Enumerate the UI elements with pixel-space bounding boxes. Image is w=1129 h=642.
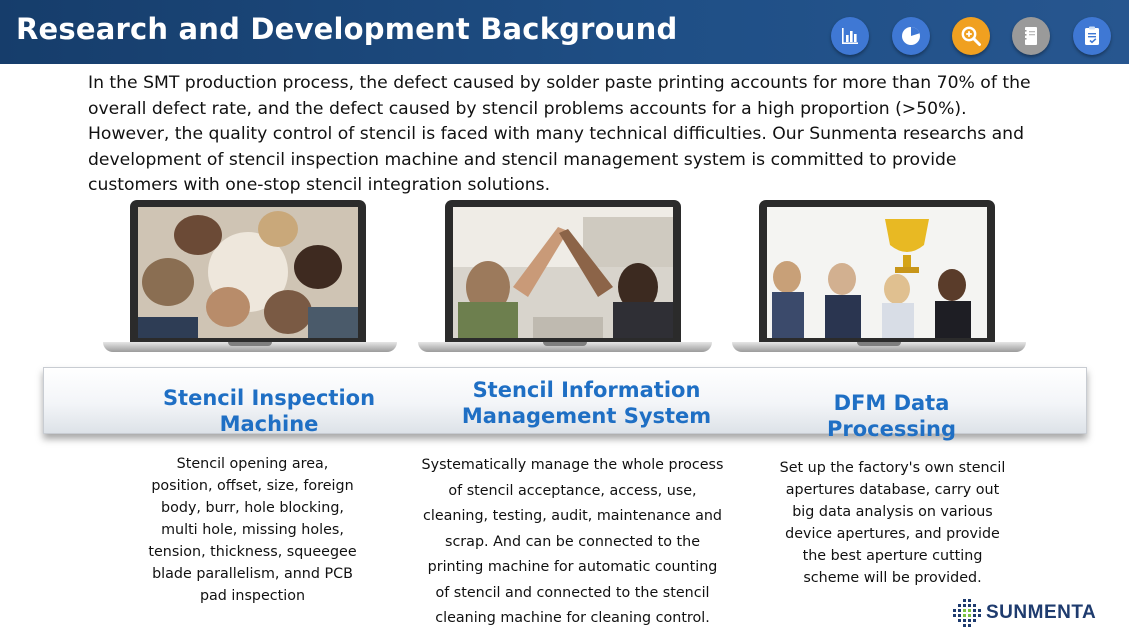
trophy-team-photo bbox=[767, 207, 987, 338]
laptop-notch bbox=[543, 342, 587, 346]
description-stencil-inspection-machine: Stencil opening area, position, offset, … bbox=[148, 456, 357, 604]
heading-stencil-information-management-system: Stencil Information Management System bbox=[461, 378, 712, 428]
sunmenta-logo-mark-icon bbox=[953, 599, 981, 627]
laptop-image-trophy-team bbox=[732, 200, 1026, 356]
heading-stencil-inspection-machine: Stencil Inspection Machine bbox=[162, 386, 376, 436]
laptop-image-team-huddle bbox=[103, 200, 397, 356]
section-headings-banner: Stencil Inspection Machine Stencil Infor… bbox=[43, 367, 1087, 441]
laptop-notch bbox=[857, 342, 901, 346]
description-stencil-information-management-system: Systematically manage the whole process … bbox=[421, 457, 724, 626]
description-dfm-data-processing: Set up the factory's own stencil apertur… bbox=[779, 460, 1006, 586]
notebook-icon[interactable] bbox=[1012, 17, 1050, 55]
search-icon[interactable] bbox=[952, 17, 990, 55]
high-five-photo bbox=[453, 207, 673, 338]
laptop-notch bbox=[228, 342, 272, 346]
laptop-lid bbox=[445, 200, 681, 342]
heading-dfm-data-processing: DFM Data Processing bbox=[826, 391, 957, 441]
sunmenta-logo: SUNMENTA bbox=[952, 598, 1096, 628]
header-bar: Research and Development Background bbox=[0, 0, 1129, 64]
team-huddle-photo bbox=[138, 207, 358, 338]
laptop-lid bbox=[130, 200, 366, 342]
bar-chart-icon[interactable] bbox=[831, 17, 869, 55]
pie-chart-icon[interactable] bbox=[892, 17, 930, 55]
logo-text: SUNMENTA bbox=[986, 602, 1097, 623]
page-title: Research and Development Background bbox=[16, 12, 678, 46]
laptop-lid bbox=[759, 200, 995, 342]
checklist-icon[interactable] bbox=[1073, 17, 1111, 55]
laptop-image-high-five bbox=[418, 200, 712, 356]
intro-paragraph: In the SMT production process, the defec… bbox=[88, 73, 1031, 195]
